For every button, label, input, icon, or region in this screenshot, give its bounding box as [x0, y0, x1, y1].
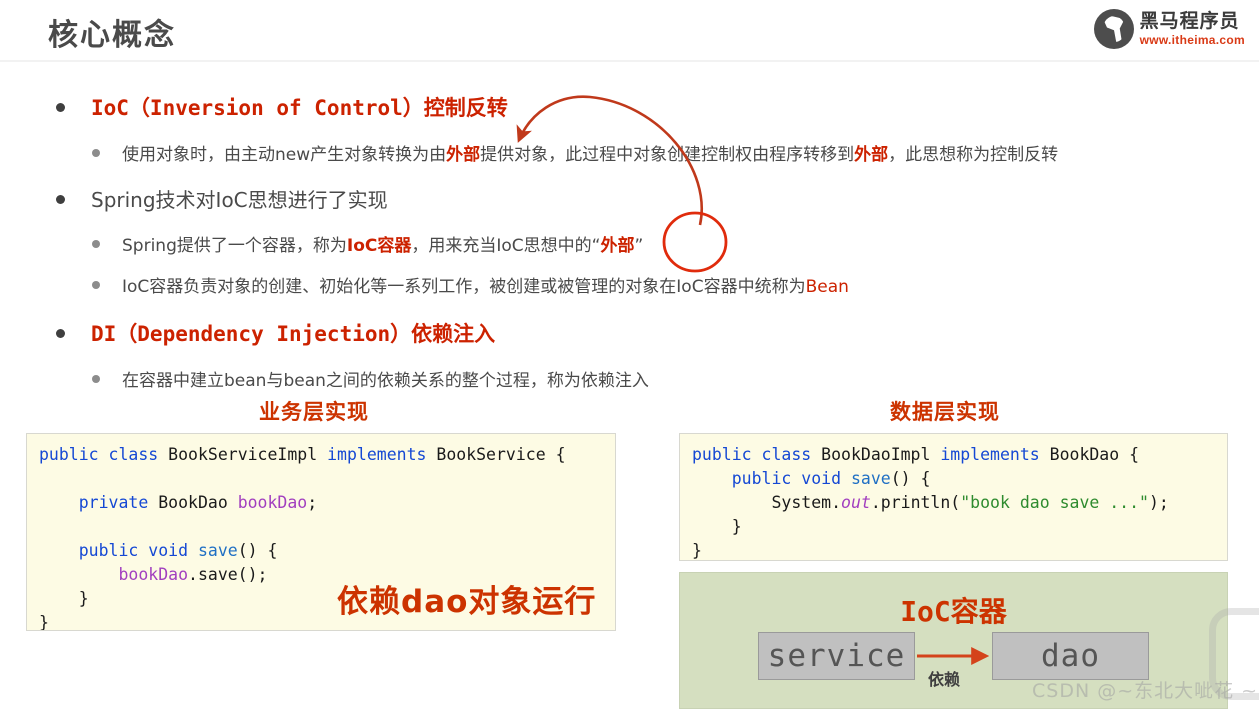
code-keyword: public [692, 469, 792, 488]
code-punct: } [39, 589, 89, 608]
code-method: save [188, 541, 238, 560]
di-heading-code: DI（Dependency Injection） [91, 322, 412, 346]
spring-detail1-part3: ” [634, 236, 644, 256]
bullet-spring-detail-2: IoC容器负责对象的创建、初始化等一系列工作，被创建或被管理的对象在IoC容器中… [0, 272, 1259, 297]
bullet-dot-icon [92, 240, 100, 248]
code-keyword: private [39, 493, 149, 512]
dao-section-title: 数据层实现 [890, 400, 1000, 424]
code-call: .println( [870, 493, 961, 512]
code-punct: () { [237, 541, 278, 560]
bullet-spring-heading-text: Spring技术对IoC思想进行了实现 [91, 188, 388, 212]
code-method: save [841, 469, 891, 488]
service-section-title: 业务层实现 [259, 400, 369, 424]
code-punct: } [692, 517, 742, 536]
service-overlay-note: 依赖dao对象运行 [337, 584, 597, 620]
code-field: bookDao [237, 493, 308, 512]
bullet-di-detail: 在容器中建立bean与bean之间的依赖关系的整个过程，称为依赖注入 [0, 366, 1259, 391]
code-call: .save(); [188, 565, 268, 584]
bullet-dot-icon [56, 195, 65, 204]
code-field: bookDao [39, 565, 189, 584]
logo-brand-name: 黑马程序员 [1139, 10, 1240, 32]
code-punct: () { [890, 469, 931, 488]
bullet-di-heading-text: DI（Dependency Injection）依赖注入 [91, 318, 495, 348]
ioc-heading-code: IoC（Inversion of Control） [91, 96, 424, 120]
brand-logo: 黑马程序员 www.itheima.com [1093, 7, 1245, 51]
bullet-dot-icon [56, 103, 65, 112]
dao-code-block: public class BookDaoImpl implements Book… [679, 433, 1228, 561]
spring-detail1-part1: Spring提供了一个容器，称为 [122, 236, 347, 256]
ioc-heading-cn: 控制反转 [423, 96, 508, 120]
slide-root: 核心概念 黑马程序员 www.itheima.com IoC（Inversion… [0, 0, 1259, 709]
bullet-di-detail-text: 在容器中建立bean与bean之间的依赖关系的整个过程，称为依赖注入 [122, 371, 649, 391]
bullet-dot-icon [92, 375, 100, 383]
page-title: 核心概念 [48, 18, 176, 53]
bullet-di-heading: DI（Dependency Injection）依赖注入 [0, 318, 1259, 348]
code-punct: ); [1148, 493, 1169, 512]
logo-text-group: 黑马程序员 www.itheima.com [1139, 10, 1245, 47]
code-keyword: implements [327, 445, 427, 464]
bullet-ioc-detail: 使用对象时，由主动new产生对象转换为由外部提供对象，此过程中对象创建控制权由程… [0, 140, 1259, 165]
code-punct: ; [307, 493, 318, 512]
bullet-dot-icon [92, 281, 100, 289]
code-expr: System. [692, 493, 842, 512]
code-interface-name: BookService { [426, 445, 566, 464]
bullet-dot-icon [92, 149, 100, 157]
di-heading-cn: 依赖注入 [411, 322, 496, 346]
spring-detail2-highlight: Bean [805, 277, 849, 297]
dependency-label: 依赖 [928, 670, 961, 689]
code-keyword: public [692, 445, 752, 464]
header-divider [0, 60, 1259, 62]
ioc-container-title: IoC容器 [900, 595, 1007, 628]
code-type: BookDao [148, 493, 238, 512]
ioc-detail-part2: 提供对象，此过程中对象创建控制权由程序转移到 [480, 145, 855, 165]
node-dao: dao [992, 632, 1149, 680]
spring-detail1-part2: ，用来充当IoC思想中的“ [411, 236, 601, 256]
slide-header: 核心概念 黑马程序员 www.itheima.com [0, 0, 1259, 62]
spring-detail2-part1: IoC容器负责对象的创建、初始化等一系列工作，被创建或被管理的对象在IoC容器中… [122, 277, 806, 297]
ioc-detail-part1: 使用对象时，由主动new产生对象转换为由 [122, 145, 447, 165]
bullet-spring-detail-1: Spring提供了一个容器，称为IoC容器，用来充当IoC思想中的“外部” [0, 231, 1259, 256]
spring-detail1-highlight1: IoC容器 [346, 236, 412, 256]
bullet-ioc-heading: IoC（Inversion of Control）控制反转 [0, 92, 1259, 122]
code-keyword: class [751, 445, 812, 464]
bullet-list: IoC（Inversion of Control）控制反转 使用对象时，由主动n… [0, 92, 1259, 391]
horse-circle-icon [1093, 9, 1134, 49]
code-keyword: public [39, 541, 139, 560]
ioc-detail-highlight1: 外部 [446, 145, 481, 165]
bullet-ioc-detail-text: 使用对象时，由主动new产生对象转换为由外部提供对象，此过程中对象创建控制权由程… [122, 140, 1058, 165]
bullet-spring-heading: Spring技术对IoC思想进行了实现 [0, 184, 1259, 213]
bullet-spring-detail-2-text: IoC容器负责对象的创建、初始化等一系列工作，被创建或被管理的对象在IoC容器中… [122, 272, 849, 297]
code-interface-name: BookDao { [1039, 445, 1140, 464]
code-punct: } [39, 613, 49, 631]
node-service: service [758, 632, 915, 680]
ioc-detail-part3: ，此思想称为控制反转 [888, 145, 1059, 165]
code-class-name: BookDaoImpl [811, 445, 941, 464]
code-keyword: implements [940, 445, 1040, 464]
code-string: "book dao save ..." [960, 493, 1149, 512]
logo-website-url: www.itheima.com [1139, 33, 1245, 47]
bullet-ioc-heading-text: IoC（Inversion of Control）控制反转 [91, 92, 508, 122]
ioc-detail-highlight2: 外部 [854, 145, 889, 165]
code-keyword: public [39, 445, 99, 464]
dependency-arrow-icon [917, 647, 990, 665]
code-keyword: void [138, 541, 189, 560]
code-punct: } [692, 541, 702, 560]
bullet-dot-icon [56, 329, 65, 338]
watermark-shape-icon [1209, 608, 1259, 700]
code-static-field: out [841, 493, 871, 512]
code-class-name: BookServiceImpl [158, 445, 328, 464]
spring-detail1-highlight2: 外部 [600, 236, 635, 256]
code-keyword: void [791, 469, 842, 488]
code-keyword: class [108, 445, 159, 464]
bullet-spring-detail-1-text: Spring提供了一个容器，称为IoC容器，用来充当IoC思想中的“外部” [122, 231, 643, 256]
